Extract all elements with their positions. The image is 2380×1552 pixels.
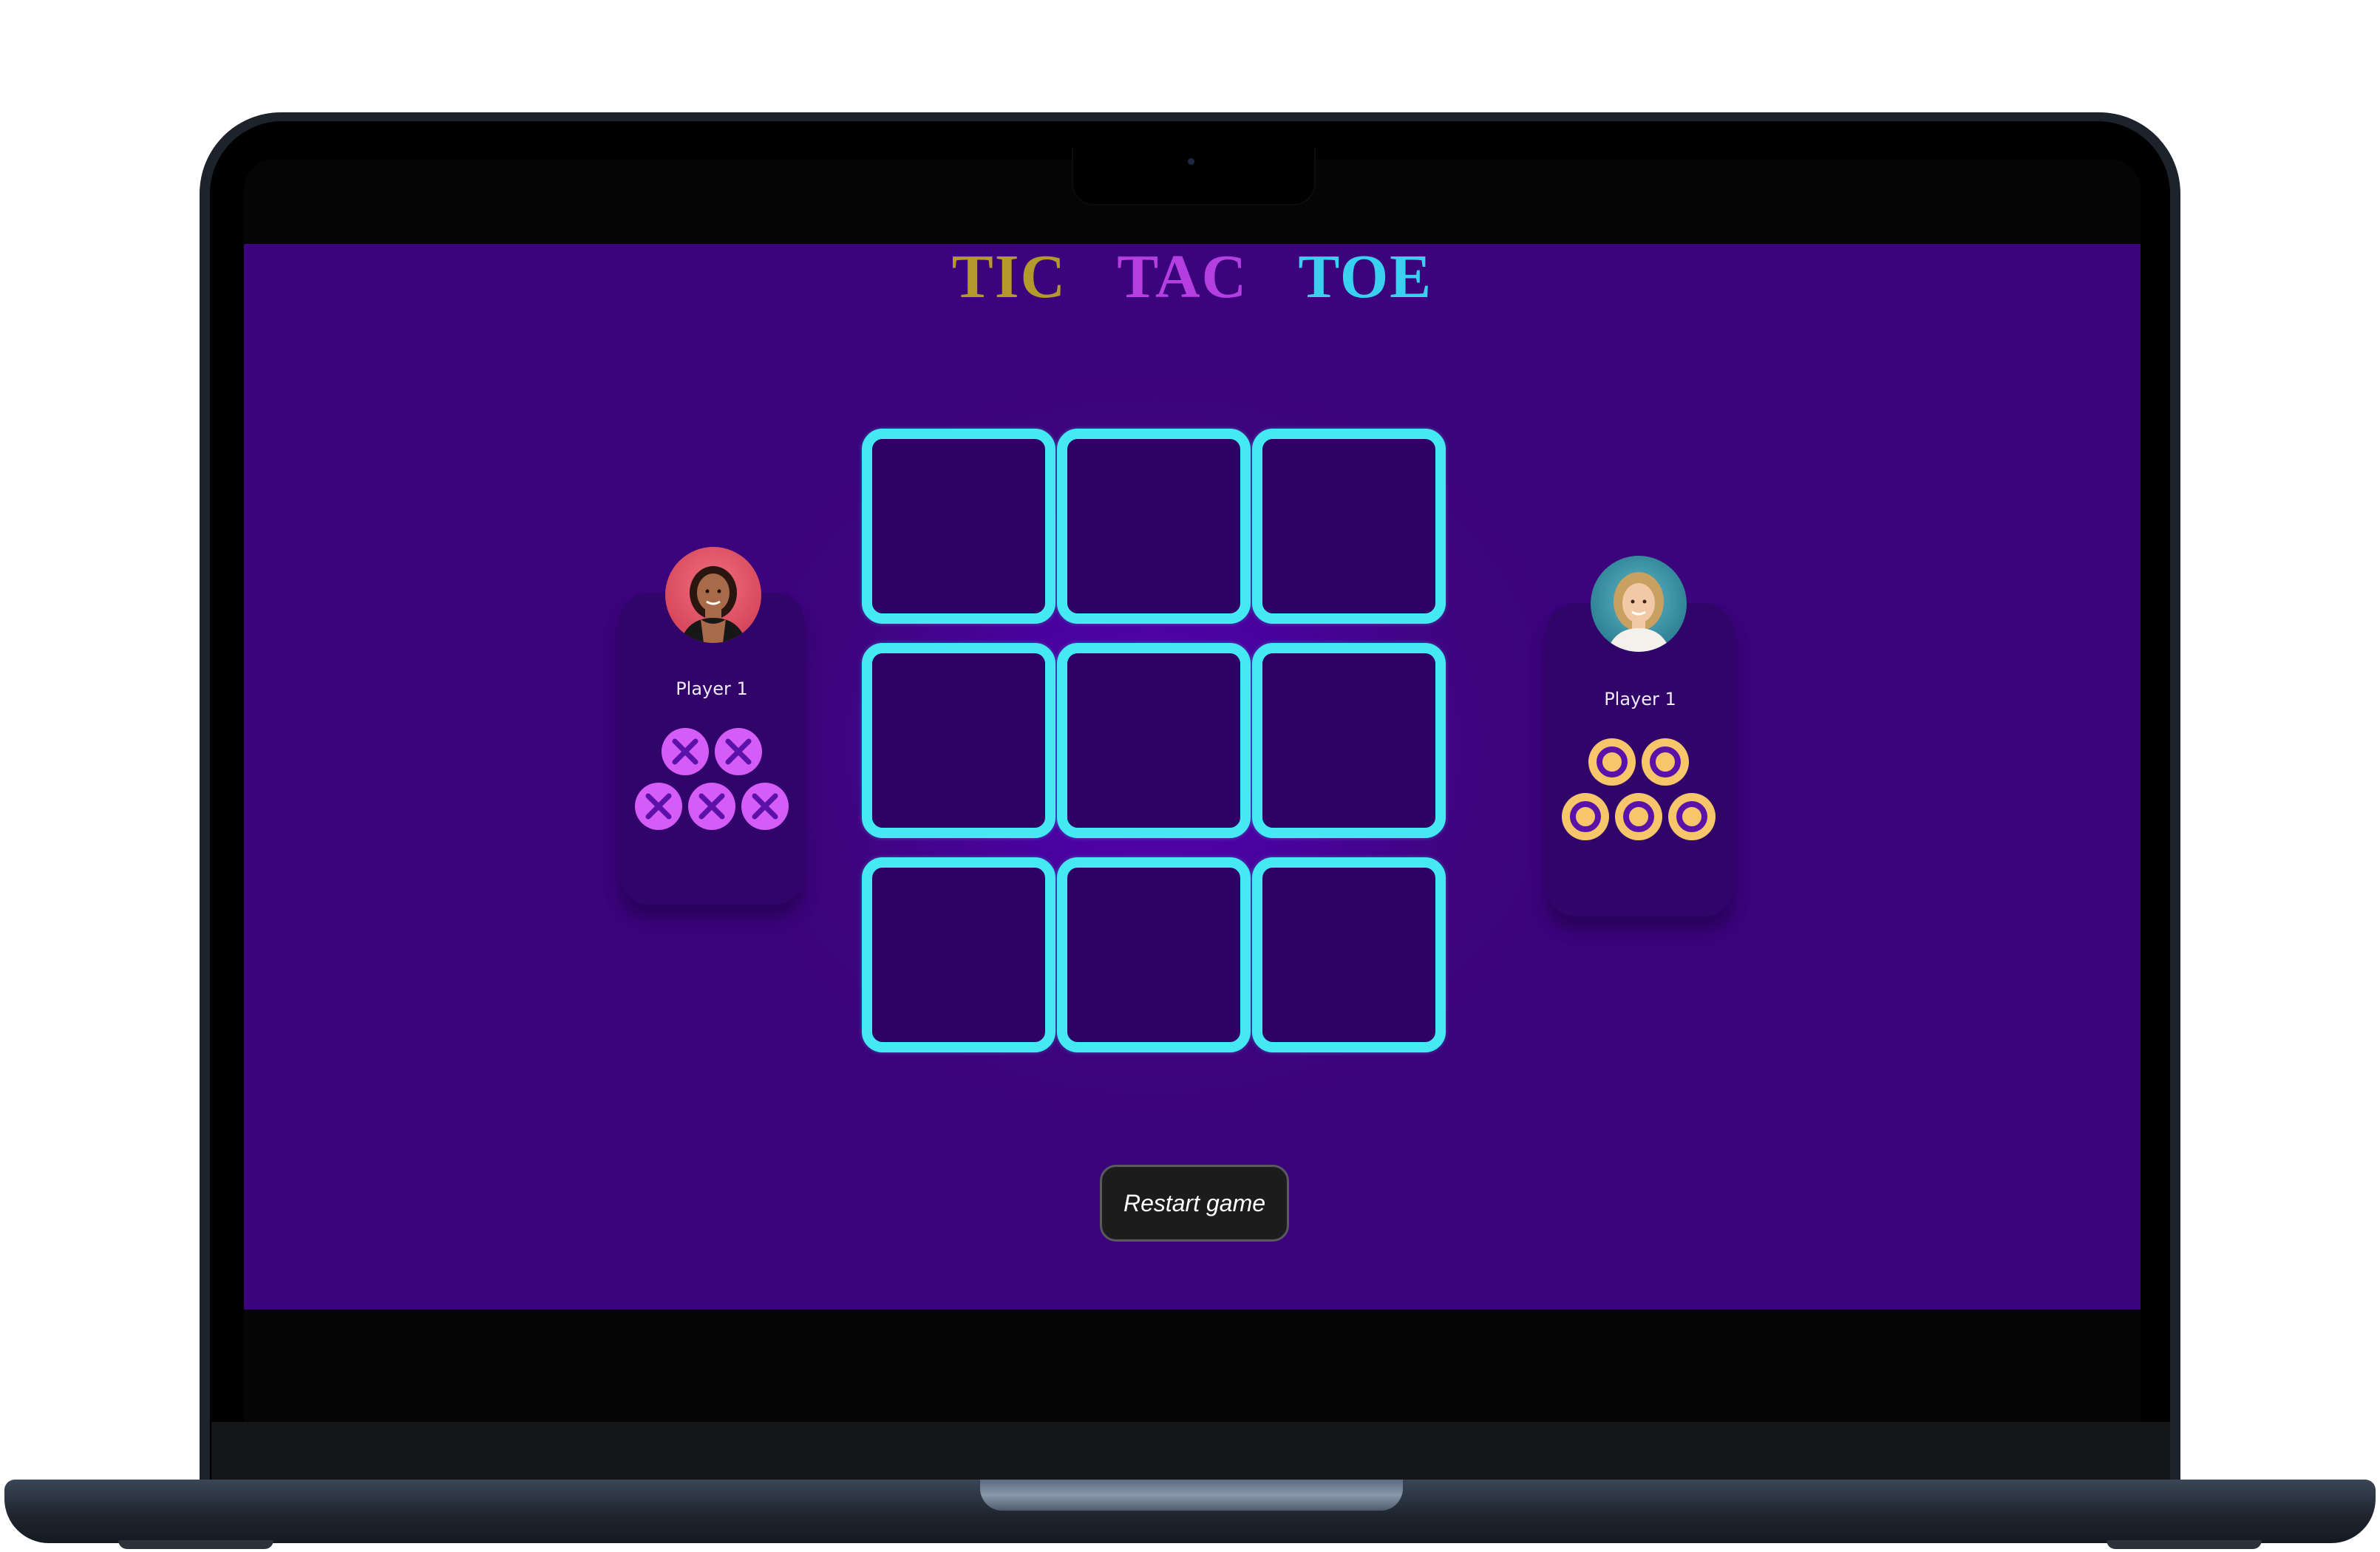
board-cell[interactable] xyxy=(862,429,1055,624)
o-piece-icon[interactable] xyxy=(1667,792,1716,841)
camera-notch xyxy=(1072,148,1316,205)
board-cell[interactable] xyxy=(862,643,1055,838)
x-piece-icon[interactable] xyxy=(687,782,736,831)
o-piece-icon[interactable] xyxy=(1614,792,1663,841)
o-piece-icon[interactable] xyxy=(1588,738,1636,786)
x-piece-icon[interactable] xyxy=(634,782,683,831)
x-piece-icon[interactable] xyxy=(741,782,789,831)
player-avatar-o xyxy=(1591,556,1687,652)
title-word-tac: TAC xyxy=(1117,244,1248,311)
game-board xyxy=(862,429,1447,1069)
board-cell[interactable] xyxy=(1252,429,1446,624)
camera-icon xyxy=(1188,158,1194,165)
player-name-o: Player 1 xyxy=(1604,689,1676,709)
laptop-foot xyxy=(118,1540,273,1549)
avatar-photo-icon xyxy=(680,566,747,643)
player-avatar-x xyxy=(665,547,761,643)
title-word-tic: TIC xyxy=(951,244,1067,311)
page-title: TIC TAC TOE xyxy=(244,244,2141,333)
o-piece-icon[interactable] xyxy=(1641,738,1690,786)
x-piece-icon[interactable] xyxy=(661,727,710,776)
player-name-x: Player 1 xyxy=(676,678,748,699)
board-cell[interactable] xyxy=(1057,857,1251,1052)
avatar-photo-icon xyxy=(1607,572,1670,652)
board-cell[interactable] xyxy=(1252,643,1446,838)
laptop-mockup: TIC TAC TOE Player 1 Player 1 Restart ga… xyxy=(0,0,2380,1552)
board-cell[interactable] xyxy=(1057,429,1251,624)
board-cell[interactable] xyxy=(862,857,1055,1052)
o-piece-icon[interactable] xyxy=(1561,792,1610,841)
board-cell[interactable] xyxy=(1057,643,1251,838)
restart-game-button[interactable]: Restart game xyxy=(1100,1165,1289,1242)
laptop-chin xyxy=(211,1422,2170,1480)
x-piece-icon[interactable] xyxy=(714,727,763,776)
title-word-toe: TOE xyxy=(1298,244,1433,311)
board-cell[interactable] xyxy=(1252,857,1446,1052)
laptop-foot xyxy=(2107,1540,2262,1549)
laptop-opening-notch xyxy=(980,1480,1403,1511)
game-screen: TIC TAC TOE Player 1 Player 1 Restart ga… xyxy=(244,244,2141,1310)
